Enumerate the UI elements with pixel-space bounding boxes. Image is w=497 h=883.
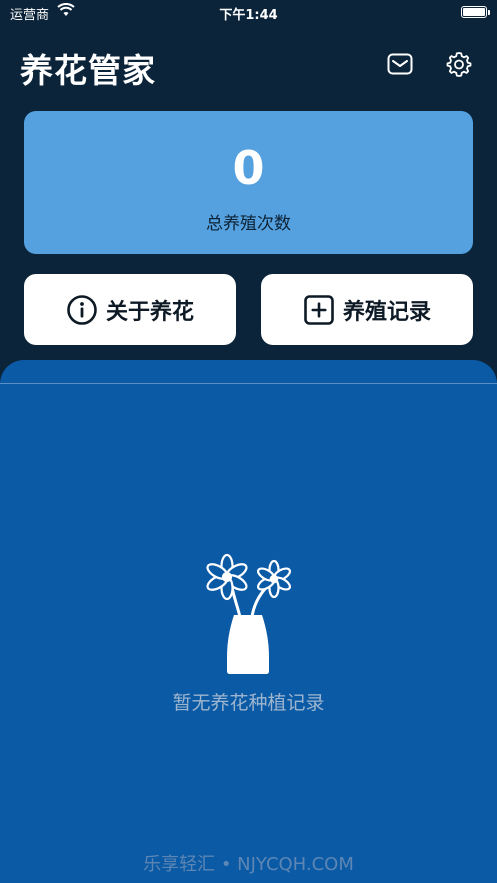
status-bar: 运营商 下午1:44: [0, 0, 497, 26]
mail-icon[interactable]: [386, 50, 414, 78]
flower-vase-icon: [196, 553, 298, 675]
about-flowers-label: 关于养花: [105, 299, 194, 325]
add-square-icon: [303, 294, 335, 326]
breeding-record-label: 养殖记录: [342, 299, 431, 325]
breeding-record-button[interactable]: 养殖记录: [261, 274, 473, 345]
total-count: 0: [232, 141, 265, 195]
stats-card: 0 总养殖次数: [24, 111, 473, 254]
info-icon: [66, 294, 98, 326]
empty-state-text: 暂无养花种植记录: [172, 692, 325, 714]
total-count-label: 总养殖次数: [206, 214, 291, 234]
battery-icon: [461, 6, 490, 18]
panel-divider: [0, 383, 497, 384]
gear-icon[interactable]: [445, 50, 473, 78]
status-time: 下午1:44: [219, 8, 278, 23]
footer-brand: 乐享轻汇 • NJYCQH.COM: [143, 854, 354, 875]
page-title: 养花管家: [20, 51, 156, 90]
records-panel: 暂无养花种植记录 乐享轻汇 • NJYCQH.COM: [0, 360, 497, 883]
about-flowers-button[interactable]: 关于养花: [24, 274, 236, 345]
